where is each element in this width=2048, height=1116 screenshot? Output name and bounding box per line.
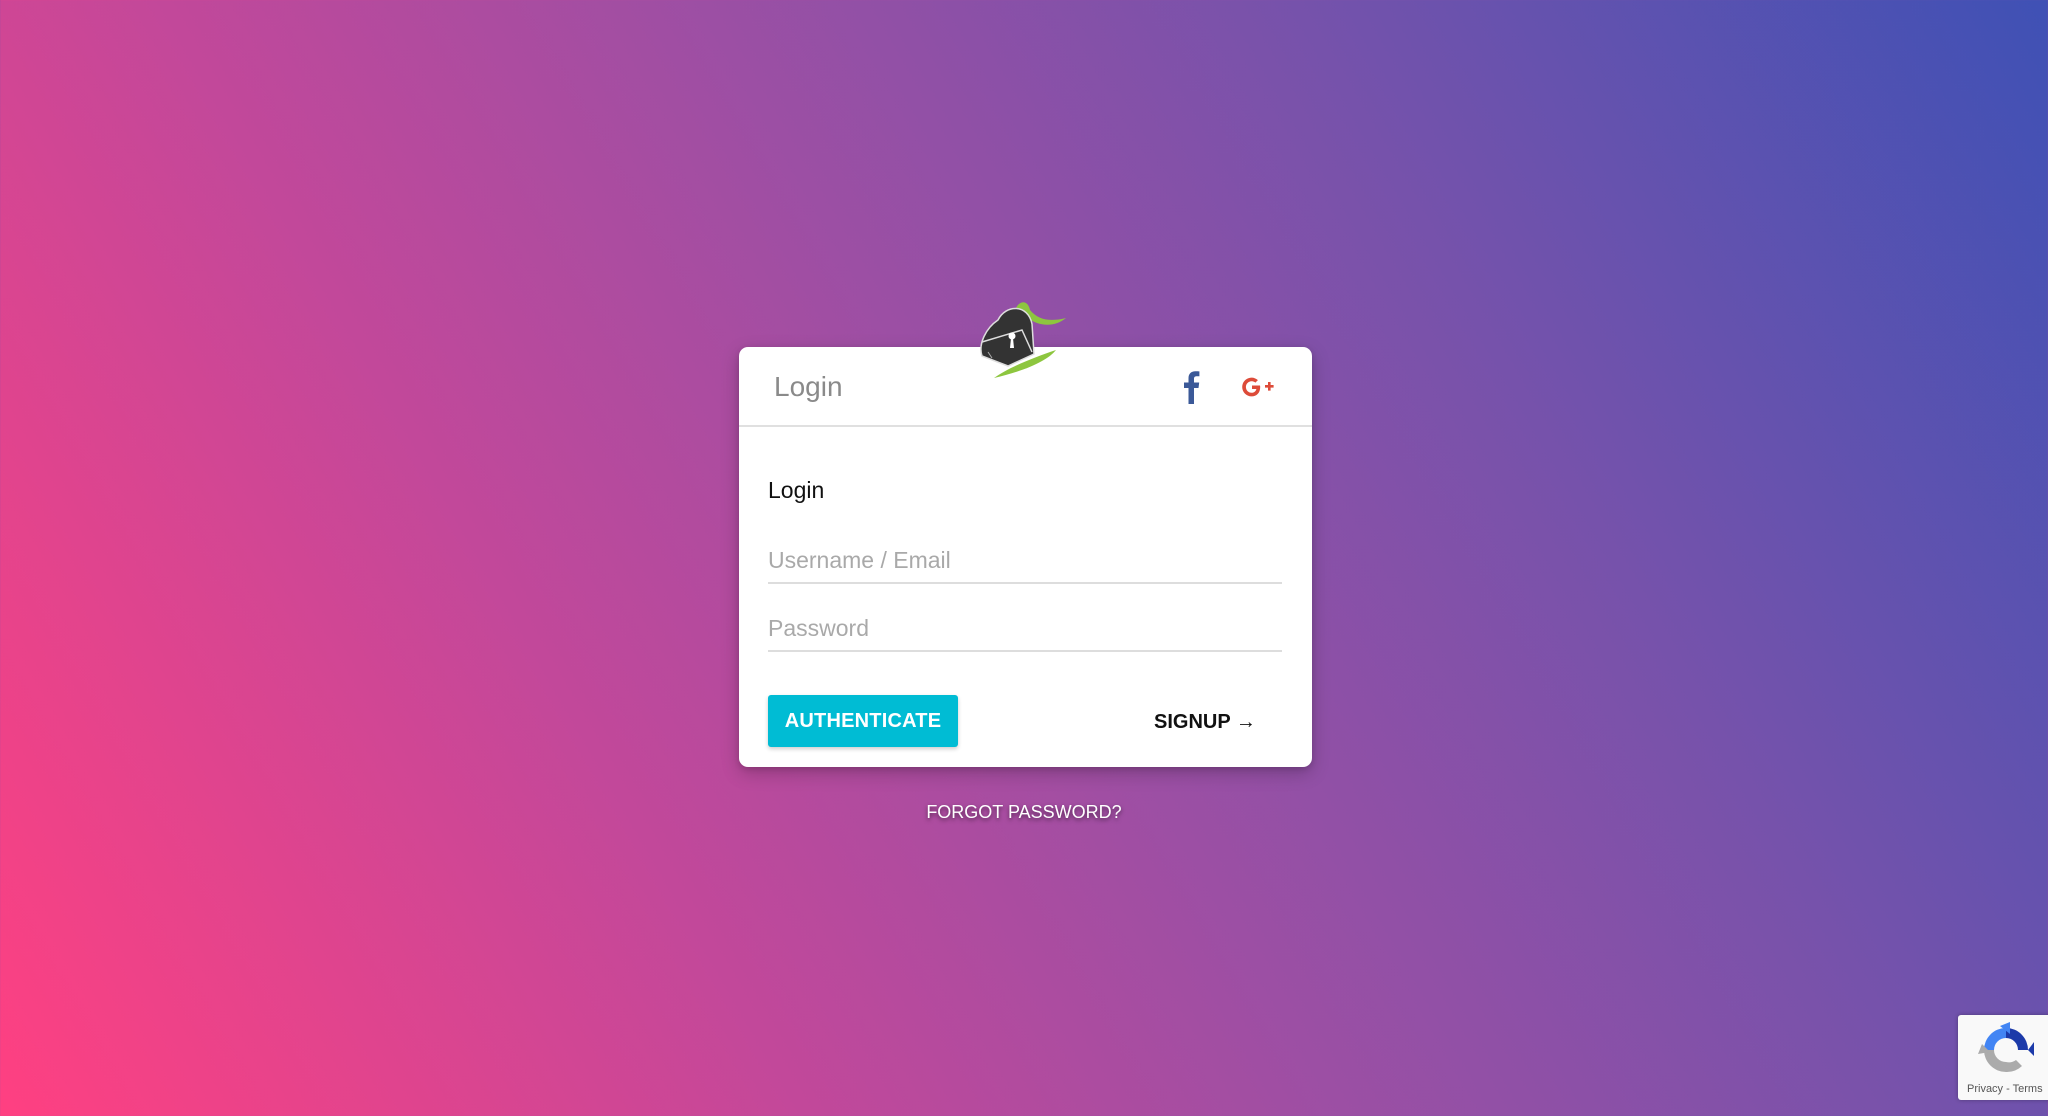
google-plus-icon [1242, 377, 1274, 397]
recaptcha-terms-link[interactable]: Terms [2013, 1083, 2043, 1095]
forgot-password-container: FORGOT PASSWORD? [0, 802, 2048, 823]
knight-helmet-logo [978, 296, 1068, 380]
recaptcha-privacy-link[interactable]: Privacy [1967, 1083, 2003, 1095]
forgot-password-link[interactable]: FORGOT PASSWORD? [926, 802, 1121, 822]
password-input[interactable] [768, 606, 1282, 652]
facebook-icon [1184, 371, 1200, 404]
authenticate-button[interactable]: AUTHENTICATE [768, 695, 958, 747]
google-plus-login-button[interactable] [1239, 367, 1279, 407]
knight-helmet-icon [980, 302, 1066, 378]
username-email-input[interactable] [768, 538, 1282, 584]
recaptcha-separator: - [2003, 1083, 2013, 1095]
facebook-login-button[interactable] [1171, 367, 1211, 407]
card-header-title: Login [774, 371, 843, 402]
recaptcha-links: Privacy - Terms [1967, 1083, 2043, 1095]
recaptcha-icon [1978, 1022, 2034, 1073]
signup-button[interactable]: SIGNUP → [1154, 707, 1256, 737]
form-title: Login [768, 477, 825, 503]
recaptcha-badge[interactable]: Privacy - Terms [1958, 1015, 2048, 1100]
